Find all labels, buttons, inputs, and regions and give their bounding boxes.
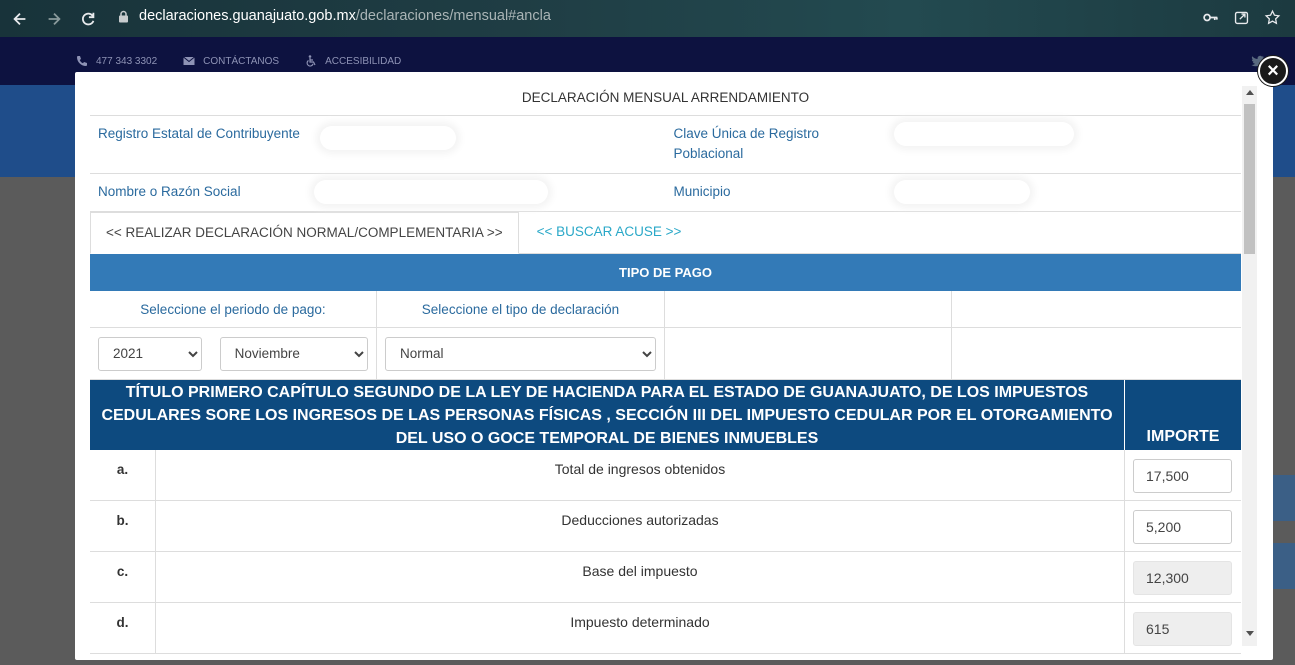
modal-scrollbar[interactable] — [1242, 86, 1257, 646]
close-modal-button[interactable]: × — [1258, 56, 1288, 86]
forward-icon[interactable] — [40, 5, 68, 33]
info-row-rec-curp: Registro Estatal de Contribuyente Clave … — [90, 116, 1241, 174]
row-concept: Base del impuesto — [156, 552, 1125, 602]
municipio-label: Municipio — [673, 184, 731, 199]
wheelchair-icon — [306, 55, 316, 67]
browser-toolbar: declaraciones.guanajuato.gob.mx/declarac… — [0, 0, 1295, 37]
year-select[interactable]: 2021 — [98, 336, 202, 371]
key-icon[interactable] — [1202, 9, 1219, 26]
deducciones-input[interactable]: 5,200 — [1133, 510, 1232, 544]
ingresos-input[interactable]: 17,500 — [1133, 459, 1232, 493]
address-bar[interactable]: declaraciones.guanajuato.gob.mx/declarac… — [118, 8, 551, 24]
municipio-cell: Municipio — [666, 174, 1242, 211]
envelope-icon — [183, 56, 195, 65]
month-select[interactable]: Noviembre — [219, 336, 368, 371]
row-concept: Deducciones autorizadas — [156, 501, 1125, 551]
scroll-thumb[interactable] — [1244, 104, 1255, 254]
modal-title: DECLARACIÓN MENSUAL ARRENDAMIENTO — [90, 84, 1241, 116]
scroll-down-arrow-icon[interactable] — [1246, 631, 1254, 636]
back-icon[interactable] — [6, 5, 34, 33]
modal-content: DECLARACIÓN MENSUAL ARRENDAMIENTO Regist… — [90, 84, 1241, 658]
empty-cell — [952, 291, 1241, 328]
name-label: Nombre o Razón Social — [98, 184, 241, 199]
row-concept: Impuesto determinado — [156, 603, 1125, 653]
share-icon[interactable] — [1233, 9, 1250, 26]
tipo-select-cell: Normal — [377, 328, 665, 380]
phone-link[interactable]: 477 343 3302 — [76, 55, 157, 67]
base-impuesto-field: 12,300 — [1133, 561, 1232, 595]
curp-cell: Clave Única de Registro Poblacional — [666, 116, 1242, 173]
row-letter: b. — [90, 501, 156, 551]
lock-icon — [119, 10, 128, 22]
importe-header: IMPORTE — [1146, 428, 1220, 445]
scroll-up-arrow-icon[interactable] — [1246, 90, 1254, 95]
redacted-value — [320, 126, 456, 150]
accessibility-text: ACCESIBILIDAD — [325, 55, 402, 67]
phone-text: 477 343 3302 — [96, 55, 158, 67]
empty-cell — [665, 328, 952, 380]
tipo-de-pago-header: TIPO DE PAGO — [90, 254, 1241, 291]
tipo-de-pago-table: Seleccione el periodo de pago: Seleccion… — [90, 291, 1241, 380]
name-cell: Nombre o Razón Social — [90, 174, 666, 211]
periodo-selects: 2021 Noviembre — [90, 328, 377, 380]
redacted-value — [314, 180, 548, 204]
impuesto-determinado-field: 615 — [1133, 612, 1232, 646]
site-side-button — [1273, 475, 1295, 521]
reload-icon[interactable] — [74, 5, 102, 33]
empty-cell — [952, 328, 1241, 380]
contact-link[interactable]: CONTÁCTANOS — [183, 55, 279, 67]
contact-text: CONTÁCTANOS — [203, 55, 280, 67]
law-title: TÍTULO PRIMERO CAPÍTULO SEGUNDO DE LA LE… — [90, 380, 1125, 450]
url-host: declaraciones.guanajuato.gob.mx — [139, 8, 356, 24]
table-row: c. Base del impuesto 12,300 — [90, 552, 1241, 603]
info-row-name-municipio: Nombre o Razón Social Municipio — [90, 174, 1241, 212]
redacted-value — [893, 122, 1074, 146]
table-row: d. Impuesto determinado 615 — [90, 603, 1241, 654]
declaration-modal: DECLARACIÓN MENSUAL ARRENDAMIENTO Regist… — [75, 72, 1273, 660]
row-concept: Total de ingresos obtenidos — [156, 450, 1125, 500]
row-letter: c. — [90, 552, 156, 602]
rec-cell: Registro Estatal de Contribuyente — [90, 116, 666, 173]
row-letter: a. — [90, 450, 156, 500]
tipo-declaracion-select[interactable]: Normal — [385, 336, 656, 371]
url-path: /declaraciones/mensual#ancla — [355, 8, 551, 24]
accessibility-link[interactable]: ACCESIBILIDAD — [305, 55, 401, 67]
bookmark-star-icon[interactable] — [1264, 9, 1281, 26]
site-side-button — [1273, 543, 1295, 589]
tab-realizar-declaracion[interactable]: << REALIZAR DECLARACIÓN NORMAL/COMPLEMEN… — [90, 212, 519, 254]
tipo-declaracion-label: Seleccione el tipo de declaración — [377, 291, 665, 328]
curp-label: Clave Única de Registro Poblacional — [673, 126, 820, 161]
row-letter: d. — [90, 603, 156, 653]
periodo-label: Seleccione el periodo de pago: — [90, 291, 377, 328]
empty-cell — [665, 291, 952, 328]
redacted-value — [893, 180, 1030, 204]
rec-label: Registro Estatal de Contribuyente — [98, 126, 300, 141]
law-header: TÍTULO PRIMERO CAPÍTULO SEGUNDO DE LA LE… — [90, 380, 1241, 450]
table-row: b. Deducciones autorizadas 5,200 — [90, 501, 1241, 552]
contact-bar: 477 343 3302 CONTÁCTANOS ACCESIBILIDAD — [76, 55, 401, 67]
tab-buscar-acuse[interactable]: << BUSCAR ACUSE >> — [519, 212, 697, 253]
declaration-tabs: << REALIZAR DECLARACIÓN NORMAL/COMPLEMEN… — [90, 212, 1241, 254]
phone-icon — [77, 56, 87, 66]
table-row: a. Total de ingresos obtenidos 17,500 — [90, 450, 1241, 501]
